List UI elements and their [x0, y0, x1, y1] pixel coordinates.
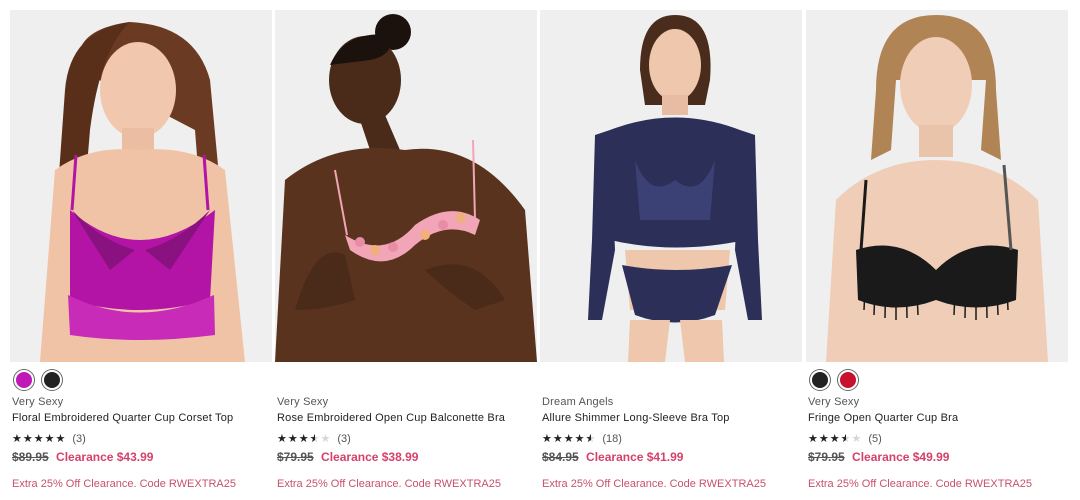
- product-rating: ★★★★★ ★★★★★ (18): [542, 432, 800, 446]
- product-name[interactable]: Fringe Open Quarter Cup Bra: [808, 412, 1066, 424]
- clearance-price: Clearance $43.99: [56, 450, 154, 464]
- swatch-black[interactable]: [42, 370, 62, 390]
- product-name[interactable]: Floral Embroidered Quarter Cup Corset To…: [12, 412, 270, 424]
- swatch-magenta[interactable]: [14, 370, 34, 390]
- product-name[interactable]: Allure Shimmer Long-Sleeve Bra Top: [542, 412, 800, 424]
- product-card[interactable]: Very Sexy Fringe Open Quarter Cup Bra ★★…: [806, 10, 1068, 490]
- star-rating-icon: ★★★★★ ★★★★★: [808, 432, 863, 445]
- product-card[interactable]: Dream Angels Allure Shimmer Long-Sleeve …: [540, 10, 802, 490]
- promo-text: Extra 25% Off Clearance. Code RWEXTRA25: [808, 478, 1032, 490]
- color-swatches: [279, 370, 535, 390]
- star-rating-icon: ★★★★★ ★★★★★: [12, 432, 67, 445]
- product-grid: Very Sexy Floral Embroidered Quarter Cup…: [0, 0, 1080, 500]
- product-brand: Very Sexy: [12, 396, 64, 408]
- product-price: $79.95 Clearance $38.99: [277, 450, 535, 464]
- product-name[interactable]: Rose Embroidered Open Cup Balconette Bra: [277, 412, 535, 424]
- product-card[interactable]: Very Sexy Rose Embroidered Open Cup Balc…: [275, 10, 537, 490]
- product-brand: Dream Angels: [542, 396, 614, 408]
- promo-text: Extra 25% Off Clearance. Code RWEXTRA25: [542, 478, 766, 490]
- swatch-black[interactable]: [810, 370, 830, 390]
- original-price: $84.95: [542, 450, 579, 464]
- product-rating: ★★★★★ ★★★★★ (3): [277, 432, 535, 446]
- product-image[interactable]: [10, 10, 272, 362]
- promo-text: Extra 25% Off Clearance. Code RWEXTRA25: [277, 478, 501, 490]
- product-price: $79.95 Clearance $49.99: [808, 450, 1066, 464]
- color-swatches: [14, 370, 270, 390]
- color-swatches: [544, 370, 800, 390]
- star-rating-icon: ★★★★★ ★★★★★: [542, 432, 597, 445]
- review-count[interactable]: (18): [602, 433, 622, 445]
- product-rating: ★★★★★ ★★★★★ (3): [12, 432, 270, 446]
- original-price: $89.95: [12, 450, 49, 464]
- star-rating-icon: ★★★★★ ★★★★★: [277, 432, 332, 445]
- product-image[interactable]: [806, 10, 1068, 362]
- review-count[interactable]: (3): [72, 433, 85, 445]
- product-price: $89.95 Clearance $43.99: [12, 450, 270, 464]
- clearance-price: Clearance $49.99: [852, 450, 950, 464]
- review-count[interactable]: (5): [868, 433, 881, 445]
- clearance-price: Clearance $41.99: [586, 450, 684, 464]
- swatch-red[interactable]: [838, 370, 858, 390]
- product-brand: Very Sexy: [808, 396, 860, 408]
- clearance-price: Clearance $38.99: [321, 450, 419, 464]
- product-rating: ★★★★★ ★★★★★ (5): [808, 432, 1066, 446]
- product-image[interactable]: [540, 10, 802, 362]
- promo-text: Extra 25% Off Clearance. Code RWEXTRA25: [12, 478, 236, 490]
- review-count[interactable]: (3): [337, 433, 350, 445]
- original-price: $79.95: [277, 450, 314, 464]
- color-swatches: [810, 370, 1066, 390]
- product-price: $84.95 Clearance $41.99: [542, 450, 800, 464]
- product-card[interactable]: Very Sexy Floral Embroidered Quarter Cup…: [10, 10, 272, 490]
- product-brand: Very Sexy: [277, 396, 329, 408]
- product-image[interactable]: [275, 10, 537, 362]
- original-price: $79.95: [808, 450, 845, 464]
